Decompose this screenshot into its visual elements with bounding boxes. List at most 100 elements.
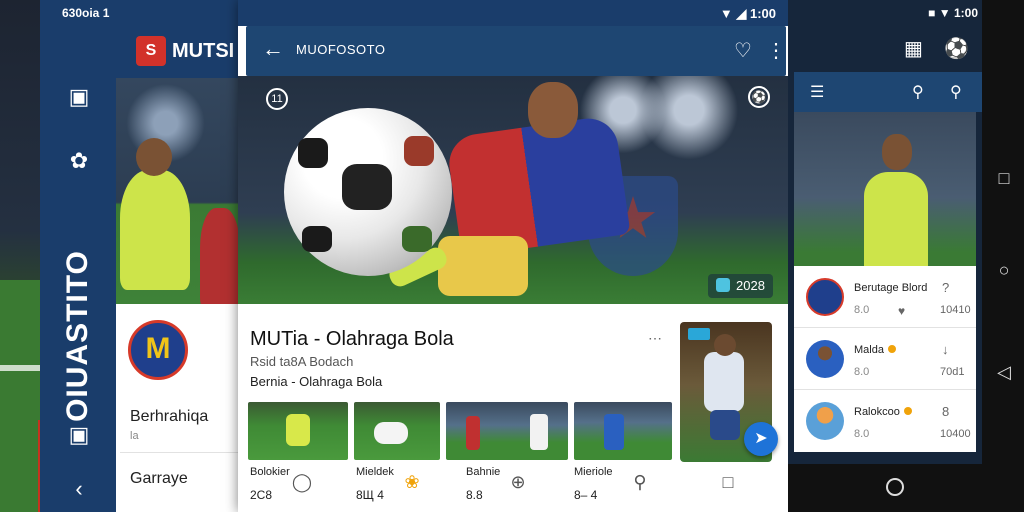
right-phone-screen: ■ ▼ 1:00 ▦ ⚽ ☰ ⚲ ⚲ Berutage Blord 8.0 ♥ … [788, 0, 982, 464]
share-icon[interactable]: ⋯ [648, 330, 662, 347]
avatar [806, 402, 844, 440]
navigate-fab[interactable]: ➤ [744, 422, 778, 456]
status-dot [903, 407, 912, 415]
player-jersey [704, 352, 744, 412]
list-item-side: ↓ [942, 342, 949, 357]
signal-icon: ◢ [736, 6, 747, 21]
center-phone-screen: ▼ ◢ 1:00 ← MUOFOSOTO ♡ ⋮ 11 ⚽ 2028 MUTia… [238, 0, 788, 512]
wifi-icon: ▼ [719, 6, 733, 21]
camera-icon[interactable]: ▣ [66, 424, 92, 446]
bookmark-icon[interactable]: □ [716, 472, 740, 493]
list-item-value: 8.0 [854, 428, 870, 440]
status-time: 1:00 [953, 6, 978, 20]
favorite-icon[interactable]: ♡ [734, 38, 752, 63]
list-item-count: 10400 [940, 428, 971, 440]
thumbnail-label: Bolokier [250, 466, 290, 478]
back-icon[interactable]: ‹ [66, 478, 92, 500]
thumbnail-3[interactable] [446, 402, 568, 460]
player-jersey [864, 172, 928, 268]
status-bar: 630oia 1 [40, 0, 240, 26]
hero-photo[interactable] [794, 112, 976, 268]
thumbnail-value: 8.8 [466, 488, 483, 502]
group-icon[interactable]: ✿ [66, 150, 92, 172]
hero-image[interactable]: 11 ⚽ 2028 [238, 76, 788, 304]
sport-icon[interactable]: ⚽ [748, 86, 770, 108]
recents-icon[interactable]: □ [994, 168, 1014, 189]
ball-panel [298, 138, 328, 168]
status-bar: ▼ ◢ 1:00 [238, 0, 788, 26]
back-triangle-icon[interactable]: ◁ [994, 362, 1014, 383]
card-title: MUTia - Olahraga Bola [250, 328, 454, 350]
menu-icon[interactable]: ☰ [810, 82, 824, 102]
wifi-icon: ▼ [938, 6, 951, 20]
app-bar: ☰ ⚲ ⚲ [794, 72, 982, 112]
left-phone-screen: 630oia 1 ▣ ✿ OIUASTITO ▣ ‹ S MUTSI M Ber… [40, 0, 240, 512]
controller-icon[interactable]: ◯ [290, 472, 314, 493]
thumbnail-1[interactable] [248, 402, 348, 460]
app-bar: ← MUOFOSOTO ♡ ⋮ [246, 26, 786, 76]
trophy-icon[interactable]: ❀ [400, 472, 424, 493]
list-item-count: 10410 [940, 304, 971, 316]
thumbnail-label: Bahnie [466, 466, 501, 478]
search-icon[interactable]: ⚲ [628, 472, 652, 493]
player-shorts [438, 236, 528, 296]
app-title: MUTSI [172, 40, 235, 62]
player-figure [530, 414, 548, 450]
add-icon[interactable]: ⊕ [506, 472, 530, 493]
list-item-sub: la [130, 430, 139, 442]
list-item[interactable]: Ralokcoo 8.0 8 10400 [794, 392, 976, 452]
like-icon[interactable]: ♥ [898, 304, 905, 318]
gallery-icon[interactable]: ▣ [66, 86, 92, 108]
list-item-count: 70d1 [940, 366, 965, 378]
app-bar-title: MUOFOSOTO [296, 42, 386, 57]
avatar [806, 340, 844, 378]
status-time: 630oia 1 [62, 6, 110, 20]
list-item-title[interactable]: Berhrahiqa [130, 408, 208, 426]
club-badge[interactable]: M [128, 320, 188, 380]
player-head [528, 82, 578, 138]
list-item-name: Malda [854, 344, 896, 356]
navigation-rail: ▣ ✿ OIUASTITO ▣ ‹ [40, 26, 116, 512]
list-item-title[interactable]: Garraye [130, 470, 188, 488]
player-head [136, 138, 172, 176]
more-options-icon[interactable]: ⋮ [766, 38, 786, 63]
status-bar: ■ ▼ 1:00 [788, 0, 982, 26]
ball-panel [404, 136, 434, 166]
android-nav-bar: □ ○ ◁ [982, 0, 1024, 512]
list-item[interactable]: Malda 8.0 ↓ 70d1 [794, 330, 976, 390]
tag-icon [716, 278, 730, 292]
detail-card: MUTia - Olahraga Bola Rsid ta8A Bodach B… [238, 304, 788, 512]
ball-panel [342, 164, 392, 210]
player-list: Berutage Blord 8.0 ♥ ? 10410 Malda 8.0 ↓… [794, 266, 976, 452]
player-figure [604, 414, 624, 450]
ball-icon[interactable]: ⚽ [944, 36, 969, 61]
thumbnail-2[interactable] [354, 402, 440, 460]
list-item-name: Berutage Blord [854, 282, 928, 294]
hero-photo[interactable] [116, 78, 240, 304]
thumbnail-4[interactable] [574, 402, 672, 460]
status-time: 1:00 [749, 6, 776, 21]
back-arrow-icon[interactable]: ← [262, 38, 284, 60]
right-phone-bottom [788, 464, 982, 512]
divider [120, 452, 240, 453]
card-category: Bernia - Olahraga Bola [250, 374, 383, 389]
search-icon[interactable]: ⚲ [950, 82, 962, 102]
count-badge: 11 [266, 88, 288, 110]
ball-panel [302, 226, 332, 252]
ball-panel [402, 226, 432, 252]
home-button-icon[interactable] [886, 478, 904, 496]
signal-icon: ■ [928, 6, 936, 20]
thumbnail-label: Mieriole [574, 466, 613, 478]
list-item-side: ? [942, 280, 950, 295]
year-tag: 2028 [708, 274, 773, 298]
status-dot [887, 345, 896, 353]
thumbnail-value: 8– 4 [574, 488, 598, 502]
library-icon[interactable]: ▦ [904, 36, 923, 61]
player-head [714, 334, 736, 356]
thumbnail-value: 8Щ 4 [356, 488, 384, 502]
search-icon[interactable]: ⚲ [912, 82, 924, 102]
player-shorts [710, 410, 740, 440]
home-icon[interactable]: ○ [994, 260, 1014, 281]
player-figure [374, 422, 408, 444]
list-item[interactable]: Berutage Blord 8.0 ♥ ? 10410 [794, 268, 976, 328]
